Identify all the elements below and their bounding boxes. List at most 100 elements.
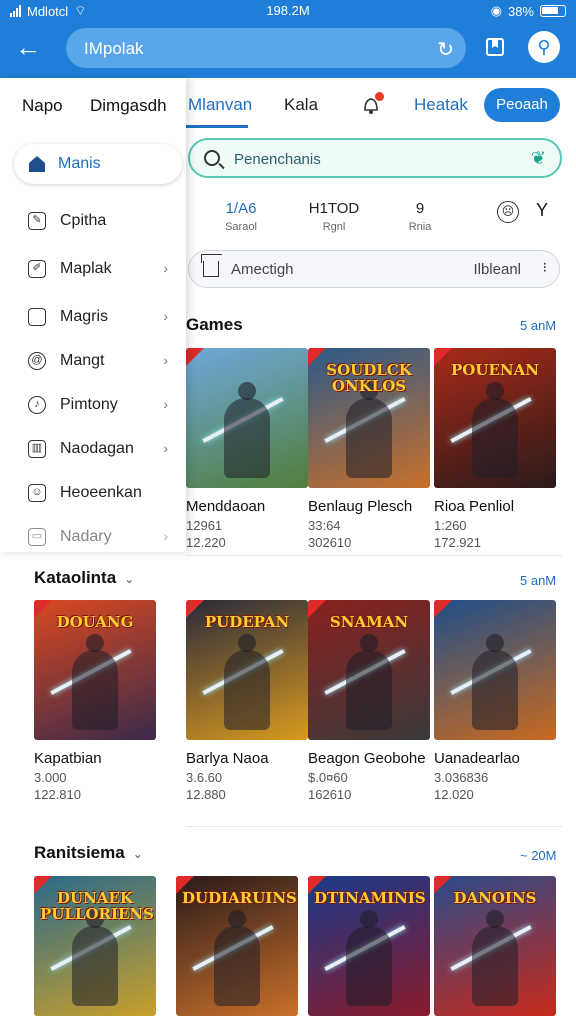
- location-detail: Ilbleanl: [473, 261, 521, 278]
- drawer-item[interactable]: ▭ Nadary ›: [0, 518, 186, 558]
- hero-silhouette: [346, 634, 392, 730]
- game-stat-primary: 3.6.60: [186, 770, 223, 785]
- reload-icon[interactable]: ↻: [437, 37, 454, 62]
- tab-mlanvan[interactable]: Mlanvan: [188, 95, 252, 115]
- drawer-item[interactable]: ♪ Pimtony ›: [0, 386, 186, 426]
- game-cover-image[interactable]: [186, 348, 308, 488]
- drawer-tab-napo[interactable]: Napo: [22, 96, 63, 116]
- drawer-item-selected[interactable]: Manis: [14, 144, 182, 184]
- game-cover-image[interactable]: DANOINS: [434, 876, 556, 1016]
- battery-percent: 38%: [507, 3, 534, 19]
- game-cover-image[interactable]: DTINAMINIS: [308, 876, 430, 1016]
- game-cover-title: DANOINS: [453, 889, 537, 907]
- puzzle-icon: ✎: [28, 212, 46, 230]
- home-icon: [29, 156, 45, 172]
- drawer-item-label: Maplak: [60, 260, 112, 277]
- clock: 198.2M: [266, 3, 310, 18]
- hero-silhouette: [472, 910, 518, 1006]
- game-cover-title: DUDIARUINS: [182, 889, 297, 907]
- game-stat-primary: 3.036836: [434, 770, 489, 785]
- hero-silhouette: [72, 910, 118, 1006]
- tab-kala[interactable]: Kala: [284, 95, 318, 115]
- square-icon: [28, 308, 46, 326]
- notification-dot: [375, 92, 384, 101]
- game-cover-title: DTINAMINIS: [314, 889, 426, 907]
- battery-icon: [540, 5, 566, 17]
- game-stat-primary: 12961: [186, 518, 223, 533]
- drawer-item-label: Naodagan: [60, 440, 134, 457]
- stat-item[interactable]: 1/A6 Saraol: [218, 200, 264, 233]
- drawer-item[interactable]: ✎ Cpitha: [0, 202, 186, 242]
- game-cover-image[interactable]: DUDIARUINS: [176, 876, 298, 1016]
- chevron-right-icon: ›: [163, 352, 168, 368]
- hero-silhouette: [472, 634, 518, 730]
- new-badge: [186, 348, 204, 366]
- section-divider: [186, 826, 562, 827]
- back-arrow-icon[interactable]: ←: [14, 34, 42, 62]
- stat-item[interactable]: H1TOD Rgnl: [306, 200, 362, 233]
- game-cover-image[interactable]: [434, 600, 556, 740]
- drawer-item[interactable]: @ Mangt ›: [0, 342, 186, 382]
- profile-icon[interactable]: ⚲: [528, 31, 560, 63]
- notification-bell-icon[interactable]: [360, 92, 384, 116]
- more-dots-icon[interactable]: ⁝: [543, 259, 547, 276]
- chevron-right-icon: ›: [163, 528, 168, 544]
- bookmark-icon[interactable]: [484, 36, 506, 58]
- game-title[interactable]: Kapatbian: [34, 750, 184, 767]
- section-divider: [186, 555, 562, 556]
- stat-label: Rnia: [408, 221, 432, 233]
- tab-heatak[interactable]: Heatak: [414, 95, 468, 115]
- game-cover-image[interactable]: POUENAN: [434, 348, 556, 488]
- search-bar[interactable]: Penenchanis ❦: [188, 138, 562, 178]
- drawer-item[interactable]: Magris ›: [0, 298, 186, 338]
- filter-icon[interactable]: Y: [536, 200, 548, 221]
- game-cover-image[interactable]: PUDEPAN: [186, 600, 308, 740]
- at-icon: @: [28, 352, 46, 370]
- drawer-item[interactable]: ✐ Maplak ›: [0, 250, 186, 290]
- smiley-icon[interactable]: ☹: [497, 201, 519, 223]
- hero-silhouette: [224, 382, 270, 478]
- stat-item[interactable]: 9 Rnia: [402, 200, 438, 233]
- game-cover-image[interactable]: DOUANG: [34, 600, 156, 740]
- drawer-item-label: Mangt: [60, 352, 105, 369]
- home-icon: [203, 261, 219, 277]
- section-meta[interactable]: 5 anM: [520, 318, 556, 333]
- search-icon: [204, 150, 220, 166]
- game-title[interactable]: Rioa Penliol: [434, 498, 576, 515]
- section-title-text: Kataolinta: [34, 568, 117, 587]
- game-stat-secondary: 12.880: [186, 787, 226, 802]
- game-stat-secondary: 12.220: [186, 535, 226, 550]
- game-stat-secondary: 162610: [308, 787, 352, 802]
- game-cover-title: DOUANG: [56, 613, 134, 631]
- game-cover-image[interactable]: DUNAEK PULLORIENS: [34, 876, 156, 1016]
- hero-silhouette: [346, 910, 392, 1006]
- section-title-ranitsiema[interactable]: Ranitsiema ⌄: [34, 843, 143, 863]
- game-stat-primary: 33:64: [308, 518, 341, 533]
- section-title-kataolinta[interactable]: Kataolinta ⌄: [34, 568, 134, 588]
- tab-peoaah-button[interactable]: Peoaah: [484, 88, 560, 122]
- drawer-item[interactable]: ☺ Heoeenkan: [0, 474, 186, 514]
- section-meta[interactable]: 5 anM: [520, 573, 556, 588]
- game-cover-title: POUENAN: [451, 361, 539, 379]
- stat-label: Rgnl: [322, 221, 346, 233]
- game-cover-image[interactable]: SNAMAN: [308, 600, 430, 740]
- hero-silhouette: [72, 634, 118, 730]
- search-input[interactable]: Penenchanis: [234, 151, 321, 168]
- url-bar[interactable]: IMpolak ↻: [66, 28, 466, 68]
- location-bar[interactable]: Amectigh Ilbleanl ⁝: [188, 250, 560, 288]
- drawer-item-label: Nadary: [60, 528, 112, 545]
- game-cover-title: PUDEPAN: [204, 613, 290, 631]
- hero-silhouette: [214, 910, 260, 1006]
- chevron-right-icon: ›: [163, 440, 168, 456]
- game-title[interactable]: Uanadearlao: [434, 750, 576, 767]
- stat-label: Saraol: [225, 221, 257, 233]
- section-meta[interactable]: ~ 20M: [520, 848, 557, 863]
- drawer-item[interactable]: ▥ Naodagan ›: [0, 430, 186, 470]
- leaf-icon[interactable]: ❦: [531, 148, 546, 169]
- chevron-down-icon: ⌄: [124, 572, 135, 586]
- hero-silhouette: [346, 382, 392, 478]
- alarm-icon: ◉: [490, 3, 502, 18]
- drawer-tab-dimgasdh[interactable]: Dimgasdh: [90, 96, 167, 116]
- section-title-games: Games: [186, 315, 243, 334]
- game-cover-image[interactable]: SOUDLCK ONKLOS: [308, 348, 430, 488]
